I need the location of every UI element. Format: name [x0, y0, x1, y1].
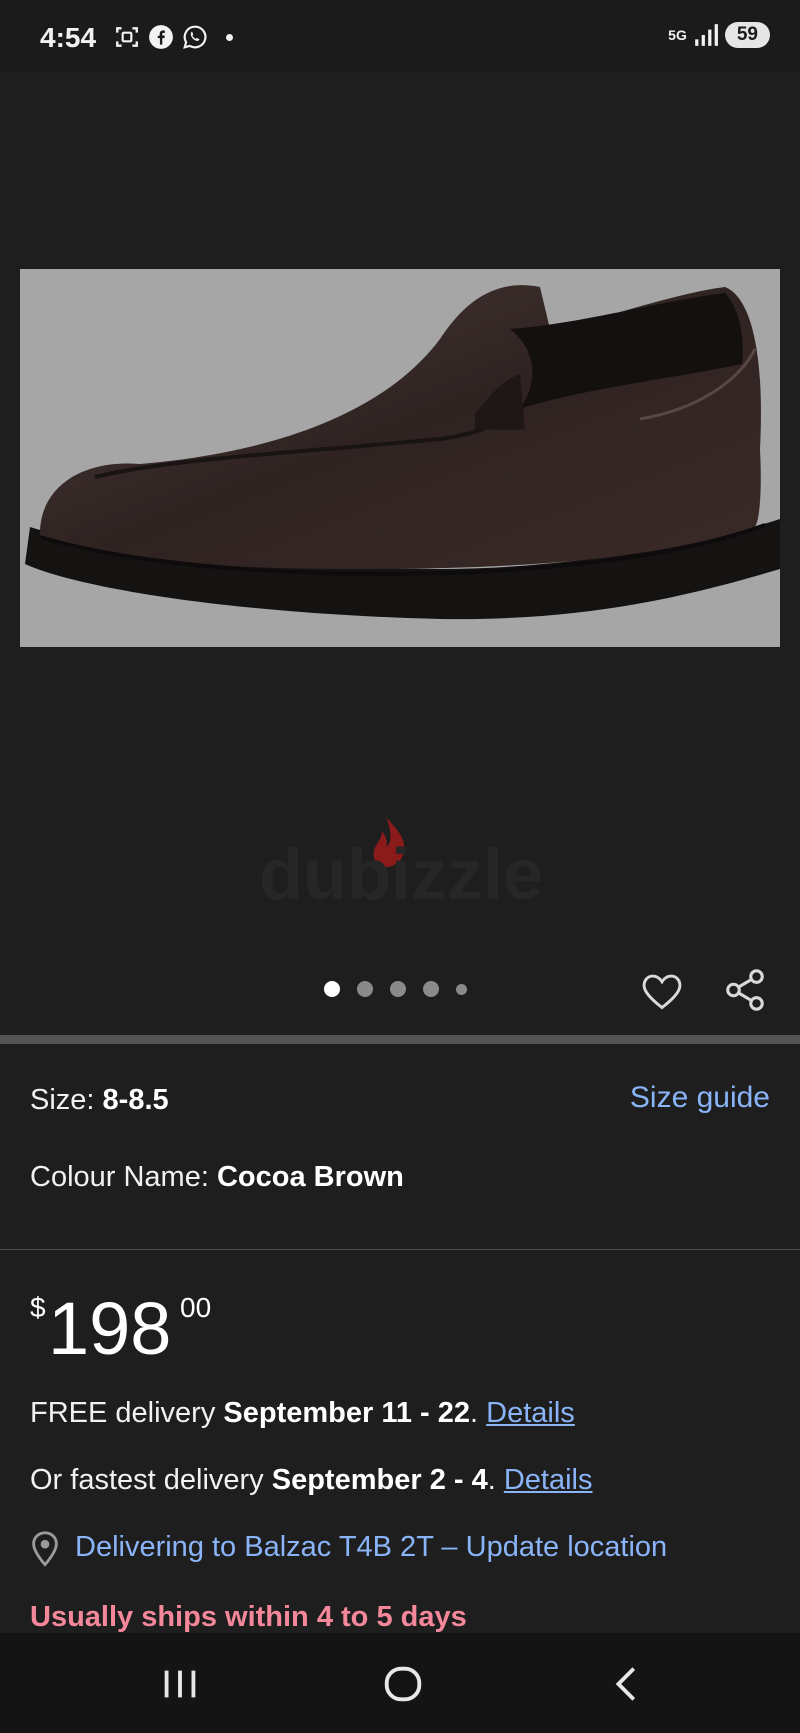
free-delivery-row: FREE delivery September 11 - 22. Details: [30, 1397, 575, 1430]
battery-level: 59: [724, 22, 770, 48]
colour-label: Colour Name:: [30, 1161, 217, 1193]
size-value: 8-8.5: [102, 1084, 169, 1116]
colour-value: Cocoa Brown: [216, 1161, 404, 1193]
section-divider: [0, 1035, 800, 1044]
navigation-bar: [0, 1633, 800, 1733]
price-fraction: 00: [180, 1292, 212, 1323]
fast-delivery-dates: September 2 - 4: [271, 1464, 488, 1496]
image-gallery[interactable]: dubizzle: [0, 72, 800, 1035]
location-pin-icon: [32, 1531, 58, 1567]
favorite-heart-icon[interactable]: [640, 970, 684, 1014]
recent-apps-icon[interactable]: [157, 1661, 203, 1707]
fast-delivery-prefix: Or fastest delivery: [30, 1464, 272, 1496]
status-bar: 4:54 5G 59: [0, 0, 800, 72]
size-label: Size:: [30, 1084, 103, 1116]
notification-dot: [226, 33, 233, 41]
fast-delivery-details-link[interactable]: Details: [504, 1464, 593, 1496]
fast-delivery-row: Or fastest delivery September 2 - 4. Det…: [30, 1464, 593, 1497]
price-divider: [0, 1249, 800, 1250]
dubizzle-watermark: dubizzle: [259, 817, 543, 907]
pager-dot-2[interactable]: [357, 981, 373, 997]
shoe-illustration: [25, 285, 780, 620]
network-type: 5G: [668, 27, 687, 43]
ships-within-text: Usually ships within 4 to 5 days: [30, 1601, 467, 1633]
home-icon[interactable]: [380, 1661, 426, 1707]
watermark-text: dubizzle: [259, 835, 543, 907]
free-delivery-prefix: FREE delivery: [30, 1397, 224, 1429]
price-currency: $: [30, 1292, 46, 1323]
status-notification-icons: [114, 24, 233, 50]
status-right: 5G 59: [668, 22, 770, 48]
image-pager[interactable]: [324, 981, 467, 997]
status-time: 4:54: [40, 22, 97, 53]
signal-icon: [695, 24, 718, 46]
price-whole: 198: [48, 1287, 172, 1370]
pager-dot-4[interactable]: [423, 981, 439, 997]
back-icon[interactable]: [605, 1661, 651, 1707]
share-icon[interactable]: [722, 966, 768, 1014]
size-guide-link[interactable]: Size guide: [630, 1081, 770, 1115]
facebook-icon: [149, 25, 173, 49]
free-delivery-suffix: .: [470, 1397, 487, 1429]
colour-row: Colour Name: Cocoa Brown: [30, 1161, 404, 1194]
pager-dot-1[interactable]: [324, 981, 340, 997]
pager-dot-5[interactable]: [456, 983, 467, 995]
size-row: Size: 8-8.5: [30, 1084, 169, 1117]
free-delivery-dates: September 11 - 22: [223, 1397, 471, 1429]
screenshot-icon: [116, 27, 138, 47]
fast-delivery-suffix: .: [487, 1464, 504, 1496]
pager-dot-3[interactable]: [390, 981, 406, 997]
update-location-link[interactable]: Delivering to Balzac T4B 2T – Update loc…: [75, 1531, 667, 1564]
product-image[interactable]: [20, 269, 780, 647]
free-delivery-details-link[interactable]: Details: [486, 1397, 575, 1429]
whatsapp-icon: [183, 25, 207, 49]
